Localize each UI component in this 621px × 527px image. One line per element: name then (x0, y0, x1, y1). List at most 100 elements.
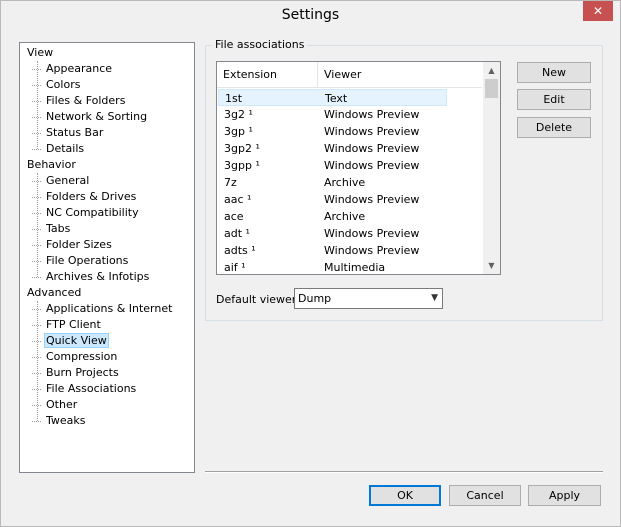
table-row[interactable]: ace Archive (218, 208, 482, 225)
tree-item[interactable]: Appearance (32, 61, 114, 77)
close-icon: ✕ (592, 4, 604, 18)
tree-item-label: FTP Client (46, 318, 101, 331)
table-row[interactable]: 3gp ¹ Windows Preview (218, 123, 482, 140)
delete-button[interactable]: Delete (517, 117, 591, 138)
default-viewer-label: Default viewer: (216, 293, 300, 306)
tree-group[interactable]: Advanced (25, 285, 83, 301)
tree-item-label: Tweaks (46, 414, 86, 427)
default-viewer-value: Dump (298, 292, 332, 305)
extension-cell: ace (224, 210, 244, 223)
new-button[interactable]: New (517, 62, 591, 83)
tree-item[interactable]: Archives & Infotips (32, 269, 151, 285)
tree-vertical-line (37, 173, 38, 277)
tree-group-label: Advanced (27, 286, 82, 299)
tree-item-label: Other (46, 398, 78, 411)
apply-button[interactable]: Apply (528, 485, 601, 506)
tree-item-label: Applications & Internet (46, 302, 173, 315)
cancel-button[interactable]: Cancel (449, 485, 521, 506)
extension-cell: 3g2 ¹ (224, 108, 253, 121)
list-scrollbar[interactable]: ▲ ▼ (483, 62, 500, 274)
scroll-down-icon[interactable]: ▼ (483, 257, 500, 274)
extension-cell: aif ¹ (224, 261, 246, 274)
tree-item[interactable]: FTP Client (32, 317, 103, 333)
tree-item-label: General (46, 174, 90, 187)
tree-item[interactable]: Quick View (32, 333, 109, 349)
tree-item[interactable]: NC Compatibility (32, 205, 141, 221)
tree-item[interactable]: Tabs (32, 221, 72, 237)
viewer-cell: Archive (324, 176, 366, 189)
extension-cell: 1st (225, 92, 243, 105)
chevron-down-icon: ▼ (431, 293, 438, 303)
tree-item-label: Details (46, 142, 85, 155)
tree-item-label: NC Compatibility (46, 206, 139, 219)
extension-cell: 3gp2 ¹ (224, 142, 260, 155)
table-row[interactable]: adts ¹ Windows Preview (218, 242, 482, 259)
table-row[interactable]: 3gp2 ¹ Windows Preview (218, 140, 482, 157)
scroll-up-icon[interactable]: ▲ (483, 62, 500, 79)
tree-item-label: Compression (46, 350, 118, 363)
column-header-viewer[interactable]: Viewer (318, 62, 482, 88)
scroll-thumb[interactable] (485, 79, 498, 98)
default-viewer-select[interactable]: Dump ▼ (294, 288, 443, 309)
tree-vertical-line (37, 61, 38, 149)
tree-item[interactable]: File Operations (32, 253, 130, 269)
extension-cell: 7z (224, 176, 237, 189)
tree-group[interactable]: Behavior (25, 157, 78, 173)
table-row[interactable]: 3gpp ¹ Windows Preview (218, 157, 482, 174)
extension-cell: adts ¹ (224, 244, 256, 257)
viewer-cell: Windows Preview (324, 159, 420, 172)
table-row[interactable]: 7z Archive (218, 174, 482, 191)
tree-item-label: Appearance (46, 62, 113, 75)
tree-item-label: Folder Sizes (46, 238, 112, 251)
tree-item-label: Archives & Infotips (46, 270, 150, 283)
tree-item[interactable]: Status Bar (32, 125, 105, 141)
settings-category-tree[interactable]: View Appearance Colors Files & Folders Netwo… (19, 42, 195, 473)
tree-item-label: Burn Projects (46, 366, 119, 379)
tree-item[interactable]: Tweaks (32, 413, 88, 429)
tree-group-label: Behavior (27, 158, 76, 171)
file-associations-list[interactable]: Extension Viewer 1st Text 3g2 ¹ Windows Pre… (216, 61, 501, 275)
tree-connector (32, 149, 41, 150)
table-row[interactable]: aif ¹ Multimedia (218, 259, 482, 274)
viewer-cell: Windows Preview (324, 193, 420, 206)
tree-item-label: Quick View (44, 333, 109, 348)
tree-item[interactable]: General (32, 173, 91, 189)
extension-cell: adt ¹ (224, 227, 250, 240)
tree-item[interactable]: Files & Folders (32, 93, 127, 109)
tree-item-label: Colors (46, 78, 81, 91)
ok-button[interactable]: OK (369, 485, 441, 506)
viewer-cell: Archive (324, 210, 366, 223)
tree-item[interactable]: Folders & Drives (32, 189, 138, 205)
tree-vertical-line (37, 301, 38, 421)
tree-item[interactable]: Network & Sorting (32, 109, 149, 125)
tree-item[interactable]: File Associations (32, 381, 138, 397)
viewer-cell: Windows Preview (324, 108, 420, 121)
close-button[interactable]: ✕ (583, 1, 613, 21)
viewer-cell: Windows Preview (324, 142, 420, 155)
tree-item-label: Tabs (46, 222, 71, 235)
tree-item[interactable]: Burn Projects (32, 365, 121, 381)
tree-item-label: File Operations (46, 254, 129, 267)
list-header: Extension Viewer (217, 62, 482, 88)
tree-item-label: Status Bar (46, 126, 104, 139)
tree-group[interactable]: View (25, 45, 55, 61)
tree-item[interactable]: Folder Sizes (32, 237, 114, 253)
column-header-extension[interactable]: Extension (217, 62, 318, 88)
table-row[interactable]: 1st Text (218, 89, 447, 106)
tree-item[interactable]: Applications & Internet (32, 301, 174, 317)
tree-item[interactable]: Other (32, 397, 79, 413)
table-row[interactable]: adt ¹ Windows Preview (218, 225, 482, 242)
tree-item[interactable]: Compression (32, 349, 119, 365)
table-row[interactable]: aac ¹ Windows Preview (218, 191, 482, 208)
file-associations-label: File associations (212, 38, 308, 51)
extension-cell: 3gpp ¹ (224, 159, 260, 172)
tree-item[interactable]: Details (32, 141, 86, 157)
tree-item[interactable]: Colors (32, 77, 82, 93)
tree-item-label: Folders & Drives (46, 190, 137, 203)
edit-button[interactable]: Edit (517, 89, 591, 110)
tree-item-label: Network & Sorting (46, 110, 148, 123)
table-row[interactable]: 3g2 ¹ Windows Preview (218, 106, 482, 123)
window-title: Settings (281, 7, 340, 23)
viewer-cell: Windows Preview (324, 125, 420, 138)
title-bar: Settings ✕ (1, 1, 620, 32)
